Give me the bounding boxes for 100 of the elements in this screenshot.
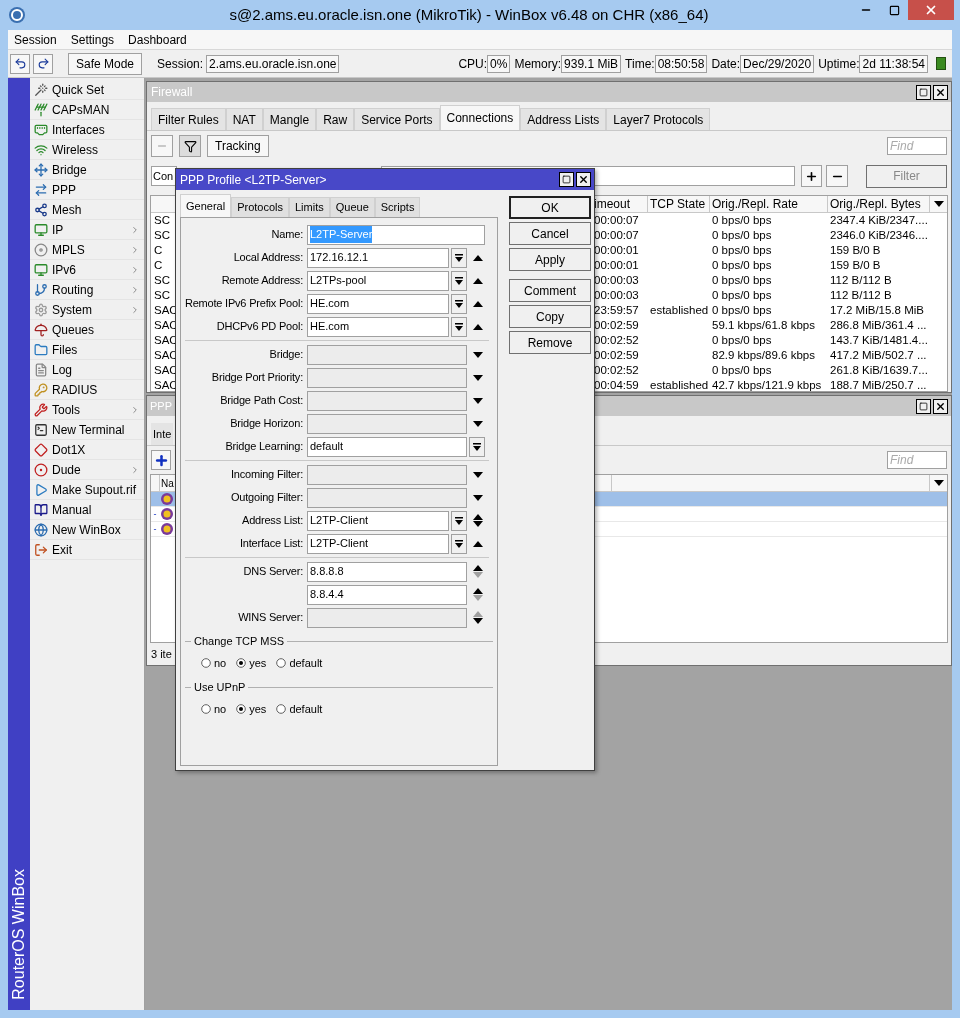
add-button[interactable] <box>151 450 171 470</box>
tab[interactable]: Raw <box>316 108 355 130</box>
sidebar-item[interactable]: IP <box>30 220 144 240</box>
input-field[interactable]: 8.8.8.8 <box>307 561 467 582</box>
sidebar-item[interactable]: Manual <box>30 500 144 520</box>
sidebar-item[interactable]: Make Supout.rif <box>30 480 144 500</box>
sidebar-item[interactable]: Queues <box>30 320 144 340</box>
radio-option[interactable]: no <box>201 654 227 672</box>
up-arrow-icon[interactable] <box>473 540 483 547</box>
sidebar-item[interactable]: PPP <box>30 180 144 200</box>
tab[interactable]: Inte <box>151 423 174 445</box>
dropdown-arrow-icon[interactable] <box>933 480 944 486</box>
radio-option[interactable]: default <box>276 654 323 672</box>
sidebar-item[interactable]: Routing <box>30 280 144 300</box>
radio-option[interactable]: no <box>201 700 227 718</box>
radio-option[interactable]: yes <box>236 654 267 672</box>
sidebar-item[interactable]: Wireless <box>30 140 144 160</box>
radio-icon[interactable] <box>236 704 247 714</box>
undo-button[interactable] <box>10 53 30 74</box>
radio-option[interactable]: yes <box>236 700 267 718</box>
tab[interactable]: Service Ports <box>354 108 440 130</box>
column-header[interactable]: Na <box>161 475 174 491</box>
find-field[interactable]: Find <box>887 137 947 155</box>
sidebar-item[interactable]: Tools <box>30 400 144 420</box>
up-arrow-icon[interactable] <box>473 323 483 330</box>
menu-item[interactable]: Dashboard <box>128 30 187 49</box>
up-arrow-icon[interactable] <box>473 514 483 520</box>
input-field[interactable]: HE.com <box>307 293 449 314</box>
dialog-button[interactable]: Apply <box>509 248 591 271</box>
input-field[interactable]: L2TP-Client <box>307 533 449 554</box>
sidebar-item[interactable]: System <box>30 300 144 320</box>
radio-icon[interactable] <box>201 658 211 668</box>
dropdown-button[interactable] <box>451 270 467 291</box>
sidebar-item[interactable]: Mesh <box>30 200 144 220</box>
filter-button[interactable] <box>179 135 201 157</box>
input-field[interactable]: 172.16.12.1 <box>307 247 449 268</box>
sidebar-item[interactable]: Dude <box>30 460 144 480</box>
dialog-button[interactable]: Copy <box>509 305 591 328</box>
input-field[interactable]: default <box>307 436 467 457</box>
sidebar-item[interactable]: CAPsMAN <box>30 100 144 120</box>
close-button[interactable] <box>933 84 948 100</box>
maximize-button[interactable] <box>916 84 931 100</box>
find-field[interactable]: Find <box>887 451 947 469</box>
sidebar-item[interactable]: Bridge <box>30 160 144 180</box>
dialog-button[interactable]: Comment <box>509 279 591 302</box>
dialog-button[interactable]: Cancel <box>509 222 591 245</box>
tab[interactable]: Queue <box>329 197 375 217</box>
maximize-button[interactable] <box>916 398 931 414</box>
radio-icon[interactable] <box>276 704 287 714</box>
filter-field[interactable]: Con <box>151 166 177 186</box>
input-field[interactable]: HE.com <box>307 316 449 337</box>
tab[interactable]: Layer7 Protocols <box>606 108 711 130</box>
sidebar-item[interactable]: Exit <box>30 540 144 560</box>
dropdown-button[interactable] <box>451 533 467 554</box>
column-header[interactable]: imeout <box>594 196 631 212</box>
menu-item[interactable]: Settings <box>70 30 115 49</box>
sidebar-item[interactable]: New WinBox <box>30 520 144 540</box>
up-arrow-icon[interactable] <box>473 277 483 284</box>
column-header[interactable]: Orig./Repl. Rate <box>712 196 799 212</box>
tab[interactable]: General <box>180 194 232 217</box>
sidebar-item[interactable]: Files <box>30 340 144 360</box>
tracking-button[interactable]: Tracking <box>207 135 269 157</box>
radio-icon[interactable] <box>236 658 247 668</box>
sidebar-item[interactable]: New Terminal <box>30 420 144 440</box>
tab[interactable]: Mangle <box>262 108 317 130</box>
radio-icon[interactable] <box>201 704 211 714</box>
tab[interactable]: Connections <box>439 105 521 130</box>
tab[interactable]: NAT <box>225 108 263 130</box>
tab[interactable]: Limits <box>289 197 330 217</box>
radio-icon[interactable] <box>276 658 287 668</box>
up-arrow-icon[interactable] <box>473 588 483 594</box>
close-button[interactable] <box>576 172 591 187</box>
dropdown-button[interactable] <box>451 510 467 531</box>
sidebar-item[interactable]: RADIUS <box>30 380 144 400</box>
sidebar-item[interactable]: Interfaces <box>30 120 144 140</box>
dropdown-button[interactable] <box>469 436 485 457</box>
dropdown-arrow-icon[interactable] <box>933 201 944 207</box>
sidebar-item[interactable]: Log <box>30 360 144 380</box>
dropdown-button[interactable] <box>451 247 467 268</box>
tab[interactable]: Filter Rules <box>151 108 226 130</box>
safe-mode-button[interactable]: Safe Mode <box>68 52 143 75</box>
column-header[interactable]: Orig./Repl. Bytes <box>830 196 921 212</box>
radio-option[interactable]: default <box>276 700 323 718</box>
dialog-button[interactable]: OK <box>509 196 591 219</box>
down-arrow-icon[interactable] <box>473 521 483 527</box>
sidebar-item[interactable]: Dot1X <box>30 440 144 460</box>
up-arrow-icon[interactable] <box>473 565 483 571</box>
tab[interactable]: Protocols <box>231 197 289 217</box>
input-field[interactable]: 8.8.4.4 <box>307 584 467 605</box>
sidebar-item[interactable]: Quick Set <box>30 80 144 100</box>
menu-item[interactable]: Session <box>14 30 57 49</box>
column-header[interactable]: TCP State <box>650 196 706 212</box>
input-field[interactable]: L2TPs-pool <box>307 270 449 291</box>
close-button[interactable] <box>933 398 948 414</box>
up-arrow-icon[interactable] <box>473 254 483 261</box>
dropdown-button[interactable] <box>451 293 467 314</box>
redo-button[interactable] <box>33 53 53 74</box>
sidebar-item[interactable]: MPLS <box>30 240 144 260</box>
dropdown-button[interactable] <box>451 316 467 337</box>
tab[interactable]: Address Lists <box>520 108 607 130</box>
